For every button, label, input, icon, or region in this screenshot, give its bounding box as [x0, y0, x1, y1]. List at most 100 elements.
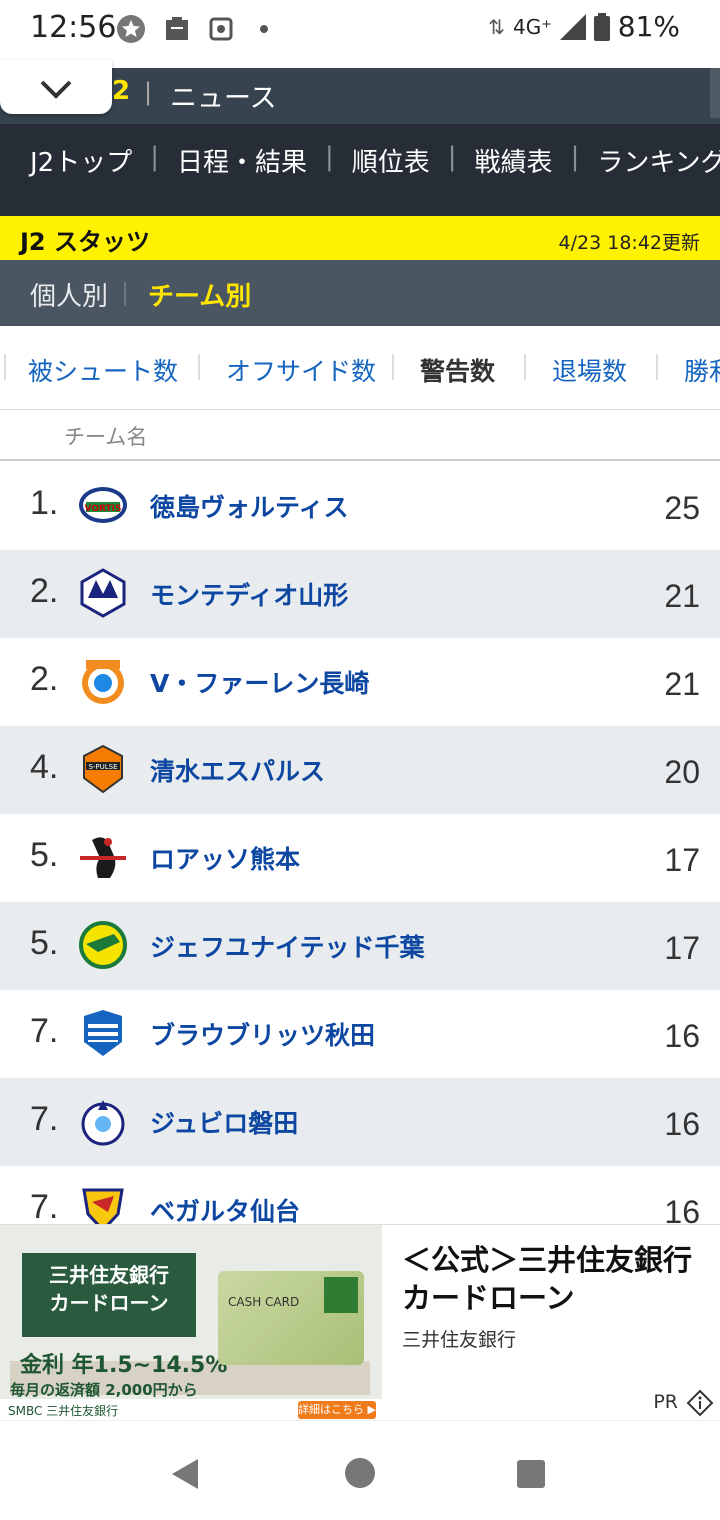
rank: 7.	[30, 1012, 59, 1050]
league-label[interactable]: 2	[112, 76, 130, 106]
cat-divider	[524, 354, 526, 380]
table-row[interactable]: 4. S-PULSE 清水エスパルス 20	[0, 726, 720, 814]
ad-product-banner: 三井住友銀行 カードローン	[22, 1253, 196, 1337]
ad-info-icon[interactable]	[686, 1389, 714, 1417]
battery-level: 81%	[617, 10, 680, 43]
table-row[interactable]: 5. ロアッソ熊本 17	[0, 814, 720, 902]
tab-warnings[interactable]: 警告数	[420, 352, 495, 388]
nav-standings[interactable]: 順位表	[352, 142, 430, 179]
nav-ranking[interactable]: ランキング	[597, 142, 720, 179]
kumamoto-emblem-icon	[80, 837, 126, 878]
nav-schedule-results[interactable]: 日程・結果	[177, 142, 307, 179]
table-column-header: チーム名	[0, 411, 720, 461]
ad-repay: 毎月の返済額 2,000円から	[10, 1381, 198, 1399]
team-name[interactable]: モンテディオ山形	[150, 576, 348, 612]
back-icon[interactable]	[170, 1457, 200, 1491]
ad-rate: 金利 年1.5~14.5%	[20, 1353, 228, 1378]
chiba-emblem-icon	[79, 921, 127, 969]
team-name[interactable]: ジュビロ磐田	[150, 1104, 298, 1140]
scroll-edge	[710, 68, 720, 118]
rank: 5.	[30, 924, 59, 962]
more-notifications-dot-icon	[260, 25, 268, 33]
rank: 2.	[30, 660, 59, 698]
team-name[interactable]: ロアッソ熊本	[150, 840, 300, 876]
settings-notification-icon	[209, 17, 233, 41]
sub-nav: J2トップ | 日程・結果 | 順位表 | 戦績表 | ランキング | ス	[0, 124, 720, 216]
stats-title-bar: J2 スタッツ 4/23 18:42更新	[0, 216, 720, 260]
team-name[interactable]: V・ファーレン長崎	[150, 664, 369, 700]
tab-shots-against[interactable]: 被シュート数	[28, 352, 178, 388]
ad-image-footer: SMBC 三井住友銀行 詳細はこちら ▶	[0, 1399, 382, 1421]
nav-records[interactable]: 戦績表	[475, 142, 553, 179]
nav-divider: |	[150, 142, 159, 172]
warning-count: 21	[664, 578, 700, 614]
collapse-menu-button[interactable]	[0, 60, 112, 114]
tab-offsides[interactable]: オフサイド数	[226, 352, 376, 388]
table-row[interactable]: 7. ジュビロ磐田 16	[0, 1078, 720, 1166]
clock: 12:56	[30, 10, 117, 45]
smbc-logo-icon	[324, 1277, 358, 1313]
news-link[interactable]: ニュース	[170, 76, 277, 115]
table-row[interactable]: 2. モンテディオ山形 21	[0, 550, 720, 638]
stats-title: J2 スタッツ	[20, 228, 150, 256]
data-arrows-icon: ⇅	[488, 14, 505, 39]
team-name[interactable]: 徳島ヴォルティス	[150, 488, 349, 524]
table-row[interactable]: 2. V・ファーレン長崎 21	[0, 638, 720, 726]
status-right: ⇅ 4G⁺ 81%	[488, 10, 680, 43]
ad-banner-line1: 三井住友銀行	[49, 1263, 169, 1287]
tab-individual[interactable]: 個人別	[30, 276, 108, 313]
chevron-down-icon	[40, 80, 72, 99]
rank: 7.	[30, 1100, 59, 1138]
home-icon[interactable]	[344, 1457, 376, 1489]
svg-text:S-PULSE: S-PULSE	[88, 763, 117, 771]
rank: 5.	[30, 836, 59, 874]
team-name[interactable]: ジェフユナイテッド千葉	[150, 928, 425, 964]
nav-divider: |	[325, 142, 334, 172]
nav-divider: |	[447, 142, 457, 172]
ad-cash-card: CASH CARD	[218, 1271, 364, 1365]
updated-timestamp: 4/23 18:42更新	[558, 232, 700, 254]
team-name[interactable]: 清水エスパルス	[150, 752, 325, 788]
shimizu-emblem-icon: S-PULSE	[83, 744, 123, 794]
star-notification-icon	[117, 15, 145, 43]
table-row[interactable]: 7. ブラウブリッツ秋田 16	[0, 990, 720, 1078]
rank: 4.	[30, 748, 59, 786]
team-name[interactable]: ブラウブリッツ秋田	[150, 1016, 375, 1052]
table-row[interactable]: 1. VORTIS 徳島ヴォルティス 25	[0, 462, 720, 550]
team-name-header: チーム名	[64, 425, 148, 449]
clipboard-notification-icon	[166, 17, 188, 40]
nav-divider: |	[570, 142, 580, 172]
category-tabs: 被シュート数 オフサイド数 警告数 退場数 勝利	[0, 326, 720, 410]
recents-icon[interactable]	[516, 1459, 546, 1489]
rank: 2.	[30, 572, 59, 610]
signal-icon	[559, 13, 586, 40]
tab-wins[interactable]: 勝利	[684, 352, 720, 388]
ad-banner-line2: カードローン	[49, 1291, 169, 1315]
ad-banner[interactable]: 三井住友銀行 カードローン 金利 年1.5~14.5% 毎月の返済額 2,000…	[0, 1224, 720, 1421]
rank: 7.	[30, 1188, 59, 1226]
mode-tabs: 個人別 チーム別	[0, 260, 720, 326]
akita-emblem-icon	[84, 1010, 122, 1056]
team-name[interactable]: ベガルタ仙台	[150, 1192, 300, 1228]
warning-count: 17	[664, 930, 700, 966]
warning-count: 20	[664, 754, 700, 790]
table-row[interactable]: 5. ジェフユナイテッド千葉 17	[0, 902, 720, 990]
ranking-table: 1. VORTIS 徳島ヴォルティス 25 2. モンテディオ山形 21 2. …	[0, 462, 720, 1254]
header-divider: |	[144, 78, 153, 106]
tab-team[interactable]: チーム別	[148, 276, 251, 313]
rank: 1.	[30, 484, 59, 522]
ad-card-text: CASH CARD	[228, 1295, 300, 1309]
nav-j2-top[interactable]: J2トップ	[30, 142, 132, 179]
tab-sendoffs[interactable]: 退場数	[552, 352, 627, 388]
cat-divider	[656, 354, 658, 380]
ad-footer-brand: SMBC 三井住友銀行	[8, 1404, 119, 1418]
ad-headline[interactable]: ＜公式＞三井住友銀行 カードローン	[402, 1241, 702, 1317]
ad-image[interactable]: 三井住友銀行 カードローン 金利 年1.5~14.5% 毎月の返済額 2,000…	[0, 1225, 382, 1421]
iwata-emblem-icon	[81, 1100, 125, 1146]
svg-text:VORTIS: VORTIS	[85, 504, 122, 514]
tokushima-emblem-icon: VORTIS	[79, 487, 127, 523]
ad-details-button[interactable]: 詳細はこちら ▶	[298, 1401, 376, 1419]
warning-count: 16	[664, 1106, 700, 1142]
warning-count: 17	[664, 842, 700, 878]
nagasaki-emblem-icon	[82, 660, 124, 704]
